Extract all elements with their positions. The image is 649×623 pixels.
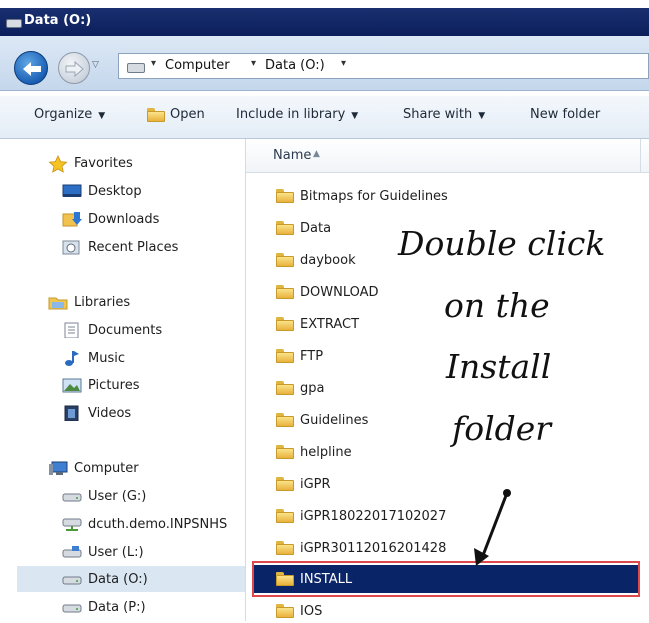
annotation-arrow-icon	[474, 489, 511, 566]
